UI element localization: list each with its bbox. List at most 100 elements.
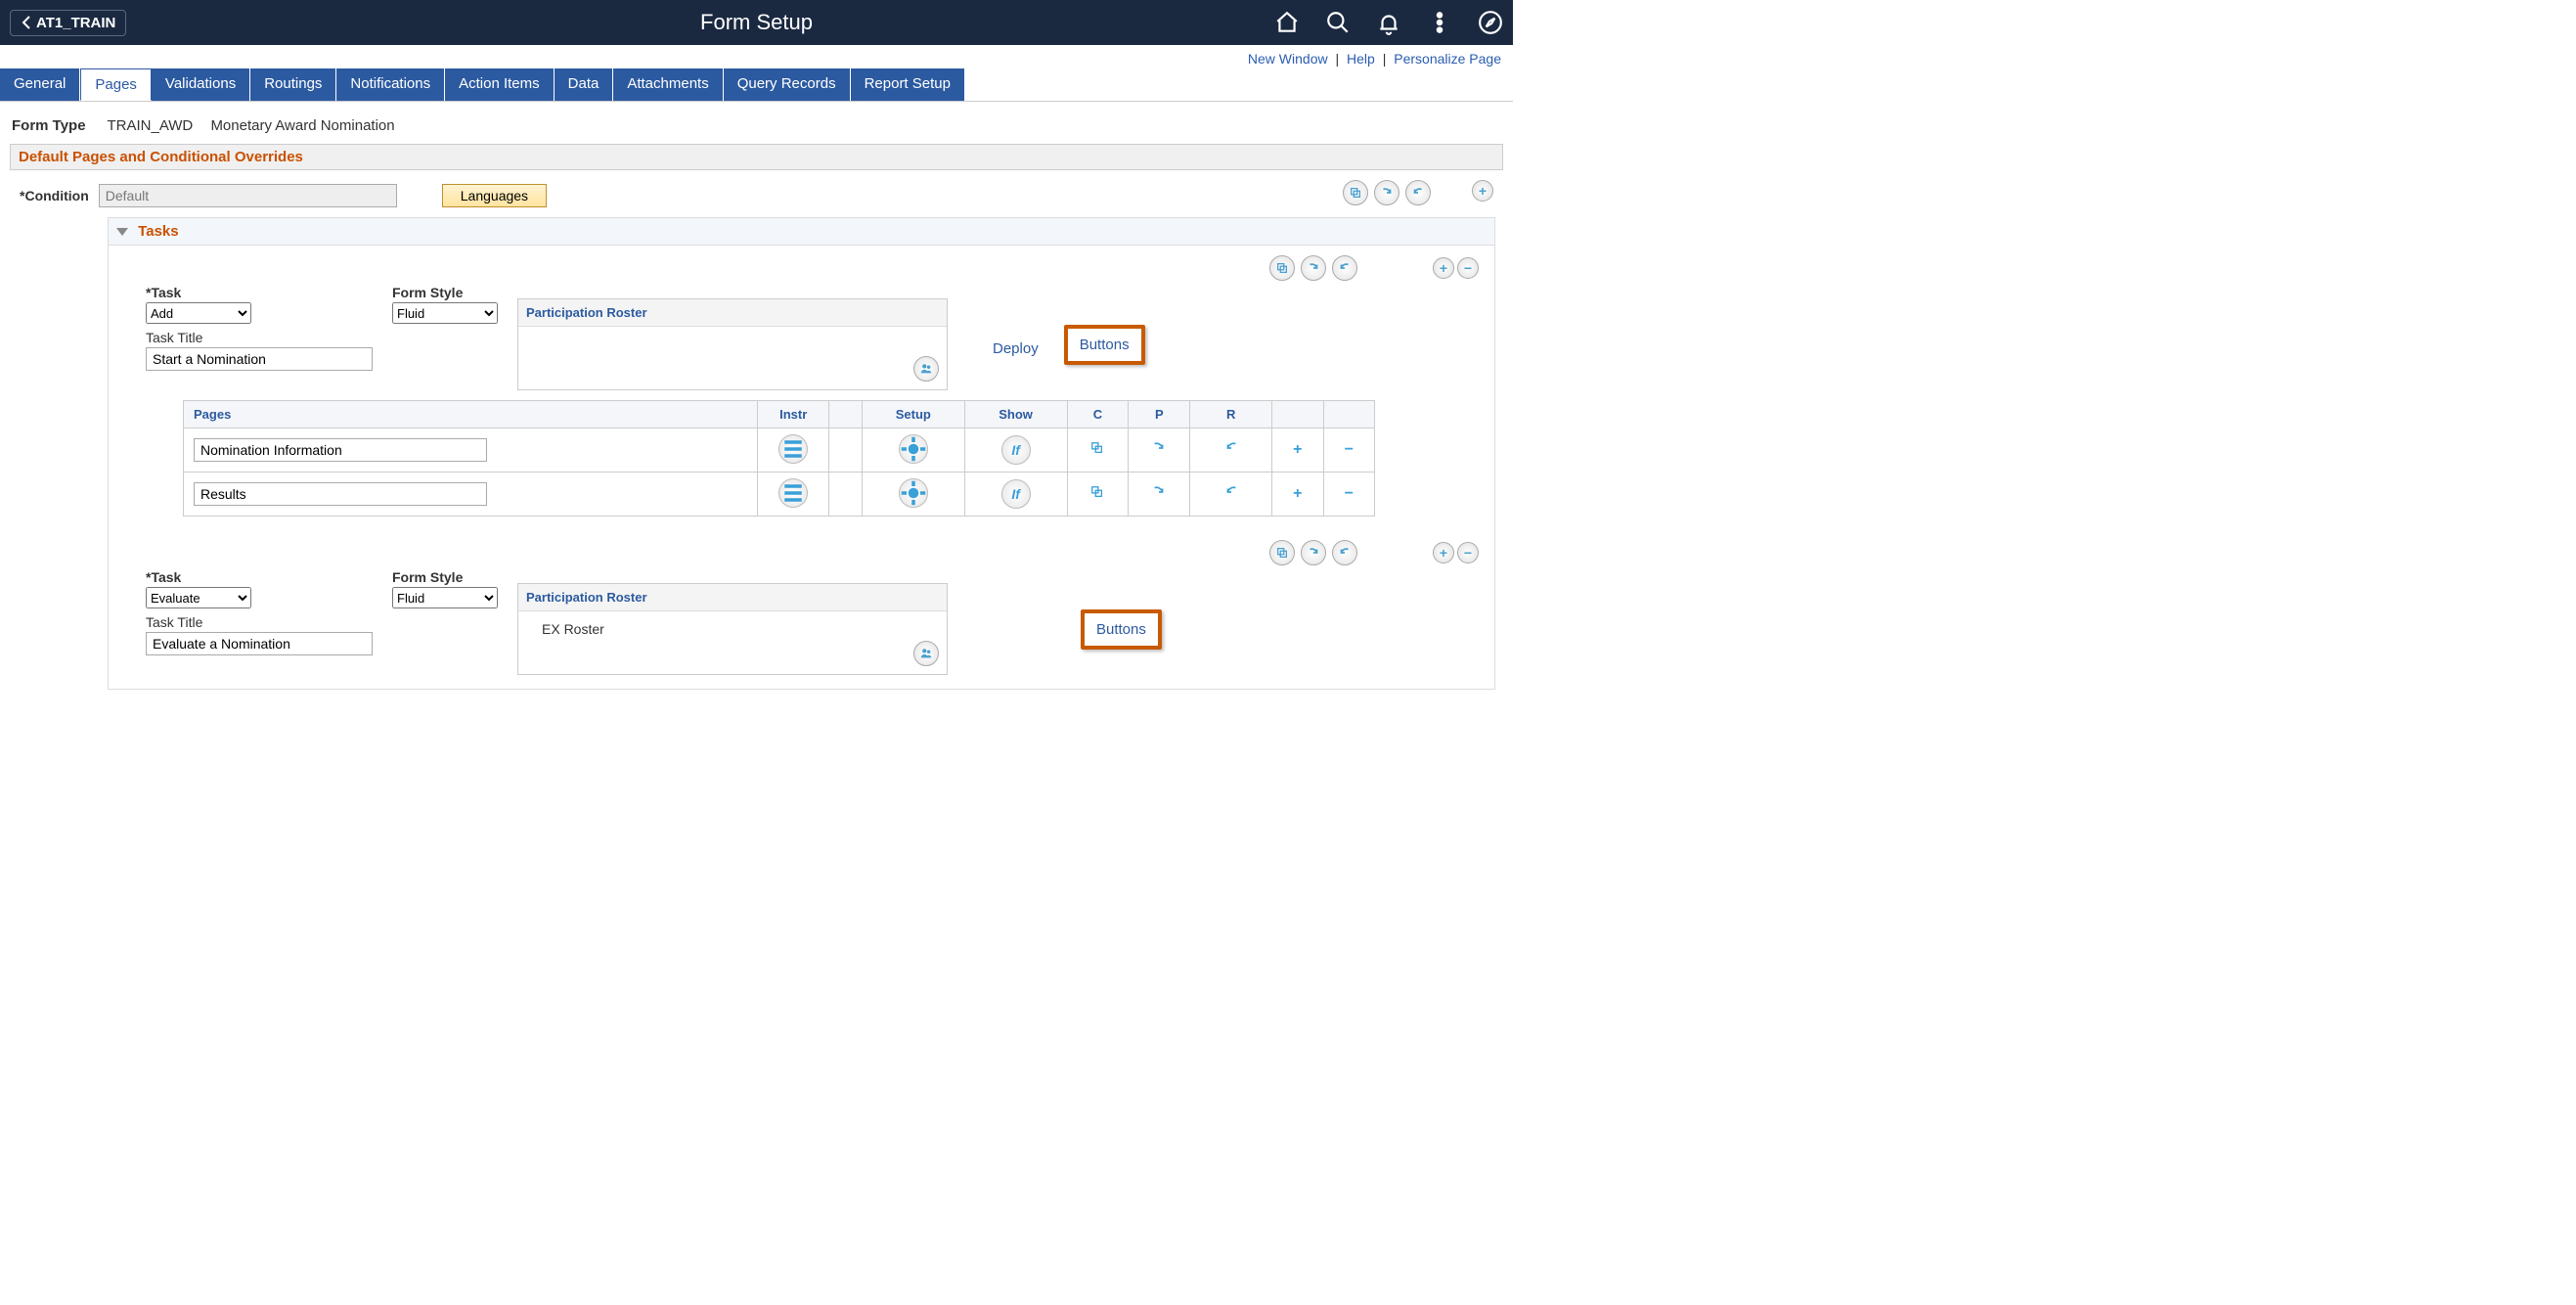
- condition-label: *Condition: [20, 188, 89, 203]
- people-icon[interactable]: [913, 641, 939, 666]
- task-addremove-tray: +−: [1433, 257, 1479, 279]
- condition-input: [99, 184, 397, 207]
- form-type-desc: Monetary Award Nomination: [210, 117, 394, 134]
- tasks-header[interactable]: Tasks: [109, 218, 1494, 246]
- people-icon[interactable]: [913, 356, 939, 382]
- form-type-label: Form Type: [12, 117, 86, 134]
- tab-report-setup[interactable]: Report Setup: [851, 68, 965, 101]
- util-links: New Window | Help | Personalize Page: [0, 45, 1513, 68]
- c-icon[interactable]: [1090, 486, 1104, 503]
- home-icon[interactable]: [1274, 10, 1300, 35]
- show-icon[interactable]: If: [1001, 479, 1031, 509]
- setup-icon[interactable]: [899, 478, 928, 508]
- redo-icon[interactable]: [1374, 180, 1399, 205]
- personalize-link[interactable]: Personalize Page: [1394, 51, 1501, 67]
- col-pages: Pages: [184, 401, 758, 428]
- col-instr: Instr: [757, 401, 828, 428]
- back-button[interactable]: AT1_TRAIN: [10, 10, 126, 36]
- col-show: Show: [964, 401, 1067, 428]
- remove-icon[interactable]: −: [1345, 441, 1354, 458]
- form-style-label: Form Style: [392, 285, 498, 300]
- task-title-input[interactable]: [146, 632, 373, 655]
- c-icon[interactable]: [1090, 442, 1104, 459]
- languages-button[interactable]: Languages: [442, 184, 547, 207]
- redo-icon[interactable]: [1301, 540, 1326, 565]
- tasks-group: Tasks +−*TaskAddTask TitleForm StyleFlui…: [108, 217, 1495, 690]
- add-row-icon[interactable]: +: [1433, 542, 1454, 563]
- back-label: AT1_TRAIN: [36, 15, 115, 31]
- participation-roster-box: Participation Roster: [517, 298, 948, 390]
- buttons-link[interactable]: Buttons: [1081, 609, 1162, 650]
- header-icons: [1274, 10, 1503, 35]
- page-title: Form Setup: [700, 10, 813, 35]
- roster-value: EX Roster: [542, 621, 604, 637]
- undo-icon[interactable]: [1405, 180, 1431, 205]
- task-title-input[interactable]: [146, 347, 373, 371]
- tab-routings[interactable]: Routings: [250, 68, 336, 101]
- help-link[interactable]: Help: [1347, 51, 1375, 67]
- col-r: R: [1190, 401, 1272, 428]
- task-icon-tray: [1269, 255, 1357, 281]
- show-icon[interactable]: If: [1001, 435, 1031, 465]
- add-icon[interactable]: +: [1293, 441, 1302, 458]
- remove-row-icon[interactable]: −: [1457, 542, 1479, 563]
- task-addremove-tray: +−: [1433, 542, 1479, 563]
- page-name-input[interactable]: [194, 482, 487, 506]
- redo-icon[interactable]: [1301, 255, 1326, 281]
- task-fields: *TaskEvaluateTask Title Form Style Fluid Pa…: [146, 569, 1481, 675]
- new-window-link[interactable]: New Window: [1248, 51, 1328, 67]
- form-type-row: Form Type TRAIN_AWD Monetary Award Nomin…: [0, 102, 1513, 144]
- buttons-link[interactable]: Buttons: [1064, 325, 1145, 365]
- r-icon[interactable]: [1223, 442, 1239, 459]
- remove-row-icon[interactable]: −: [1457, 257, 1479, 279]
- task-select[interactable]: Evaluate: [146, 587, 251, 608]
- tab-validations[interactable]: Validations: [152, 68, 250, 101]
- deploy-link[interactable]: Deploy: [993, 340, 1039, 357]
- undo-icon[interactable]: [1332, 255, 1357, 281]
- task-col: *TaskEvaluateTask Title: [146, 569, 373, 655]
- task-select[interactable]: Add: [146, 302, 251, 324]
- undo-icon[interactable]: [1332, 540, 1357, 565]
- r-icon[interactable]: [1223, 486, 1239, 503]
- search-icon[interactable]: [1325, 10, 1351, 35]
- task-icon-tray: [1269, 540, 1357, 565]
- col-p: P: [1129, 401, 1190, 428]
- table-row: If + −: [184, 428, 1375, 472]
- task-fields: *TaskAddTask TitleForm StyleFluidPartici…: [146, 285, 1481, 390]
- task-block: +−*TaskAddTask TitleForm StyleFluidParti…: [109, 246, 1494, 530]
- setup-icon[interactable]: [899, 434, 928, 464]
- p-icon[interactable]: [1152, 486, 1166, 503]
- form-style-label: Form Style: [392, 569, 498, 585]
- form-style-select[interactable]: Fluid: [392, 302, 498, 324]
- copy-icon[interactable]: [1269, 255, 1295, 281]
- divider: |: [1383, 51, 1387, 67]
- form-style-col: Form Style Fluid: [392, 569, 498, 608]
- roster-header: Participation Roster: [518, 299, 947, 327]
- bell-icon[interactable]: [1376, 10, 1401, 35]
- form-type-code: TRAIN_AWD: [107, 117, 193, 134]
- kebab-icon[interactable]: [1427, 10, 1452, 35]
- task-block: +− *TaskEvaluateTask Title Form Style Fluid…: [109, 530, 1494, 689]
- compass-icon[interactable]: [1478, 10, 1503, 35]
- remove-icon[interactable]: −: [1345, 485, 1354, 502]
- instr-icon[interactable]: [778, 478, 808, 508]
- copy-icon[interactable]: [1343, 180, 1368, 205]
- p-icon[interactable]: [1152, 442, 1166, 459]
- tab-attachments[interactable]: Attachments: [613, 68, 723, 101]
- copy-icon[interactable]: [1269, 540, 1295, 565]
- add-row-icon[interactable]: +: [1433, 257, 1454, 279]
- tab-notifications[interactable]: Notifications: [336, 68, 445, 101]
- page-name-input[interactable]: [194, 438, 487, 462]
- pages-grid: PagesInstrSetupShowCPRIf+−If+−: [183, 400, 1375, 517]
- tab-query-records[interactable]: Query Records: [724, 68, 851, 101]
- tab-pages[interactable]: Pages: [80, 68, 152, 101]
- instr-icon[interactable]: [778, 434, 808, 464]
- tab-action-items[interactable]: Action Items: [445, 68, 555, 101]
- form-style-select[interactable]: Fluid: [392, 587, 498, 608]
- add-icon[interactable]: +: [1293, 485, 1302, 502]
- tab-general[interactable]: General: [0, 68, 80, 101]
- participation-roster-box: Participation RosterEX Roster: [517, 583, 948, 675]
- table-row: If + −: [184, 472, 1375, 517]
- tab-data[interactable]: Data: [555, 68, 614, 101]
- add-row-icon[interactable]: +: [1472, 180, 1493, 202]
